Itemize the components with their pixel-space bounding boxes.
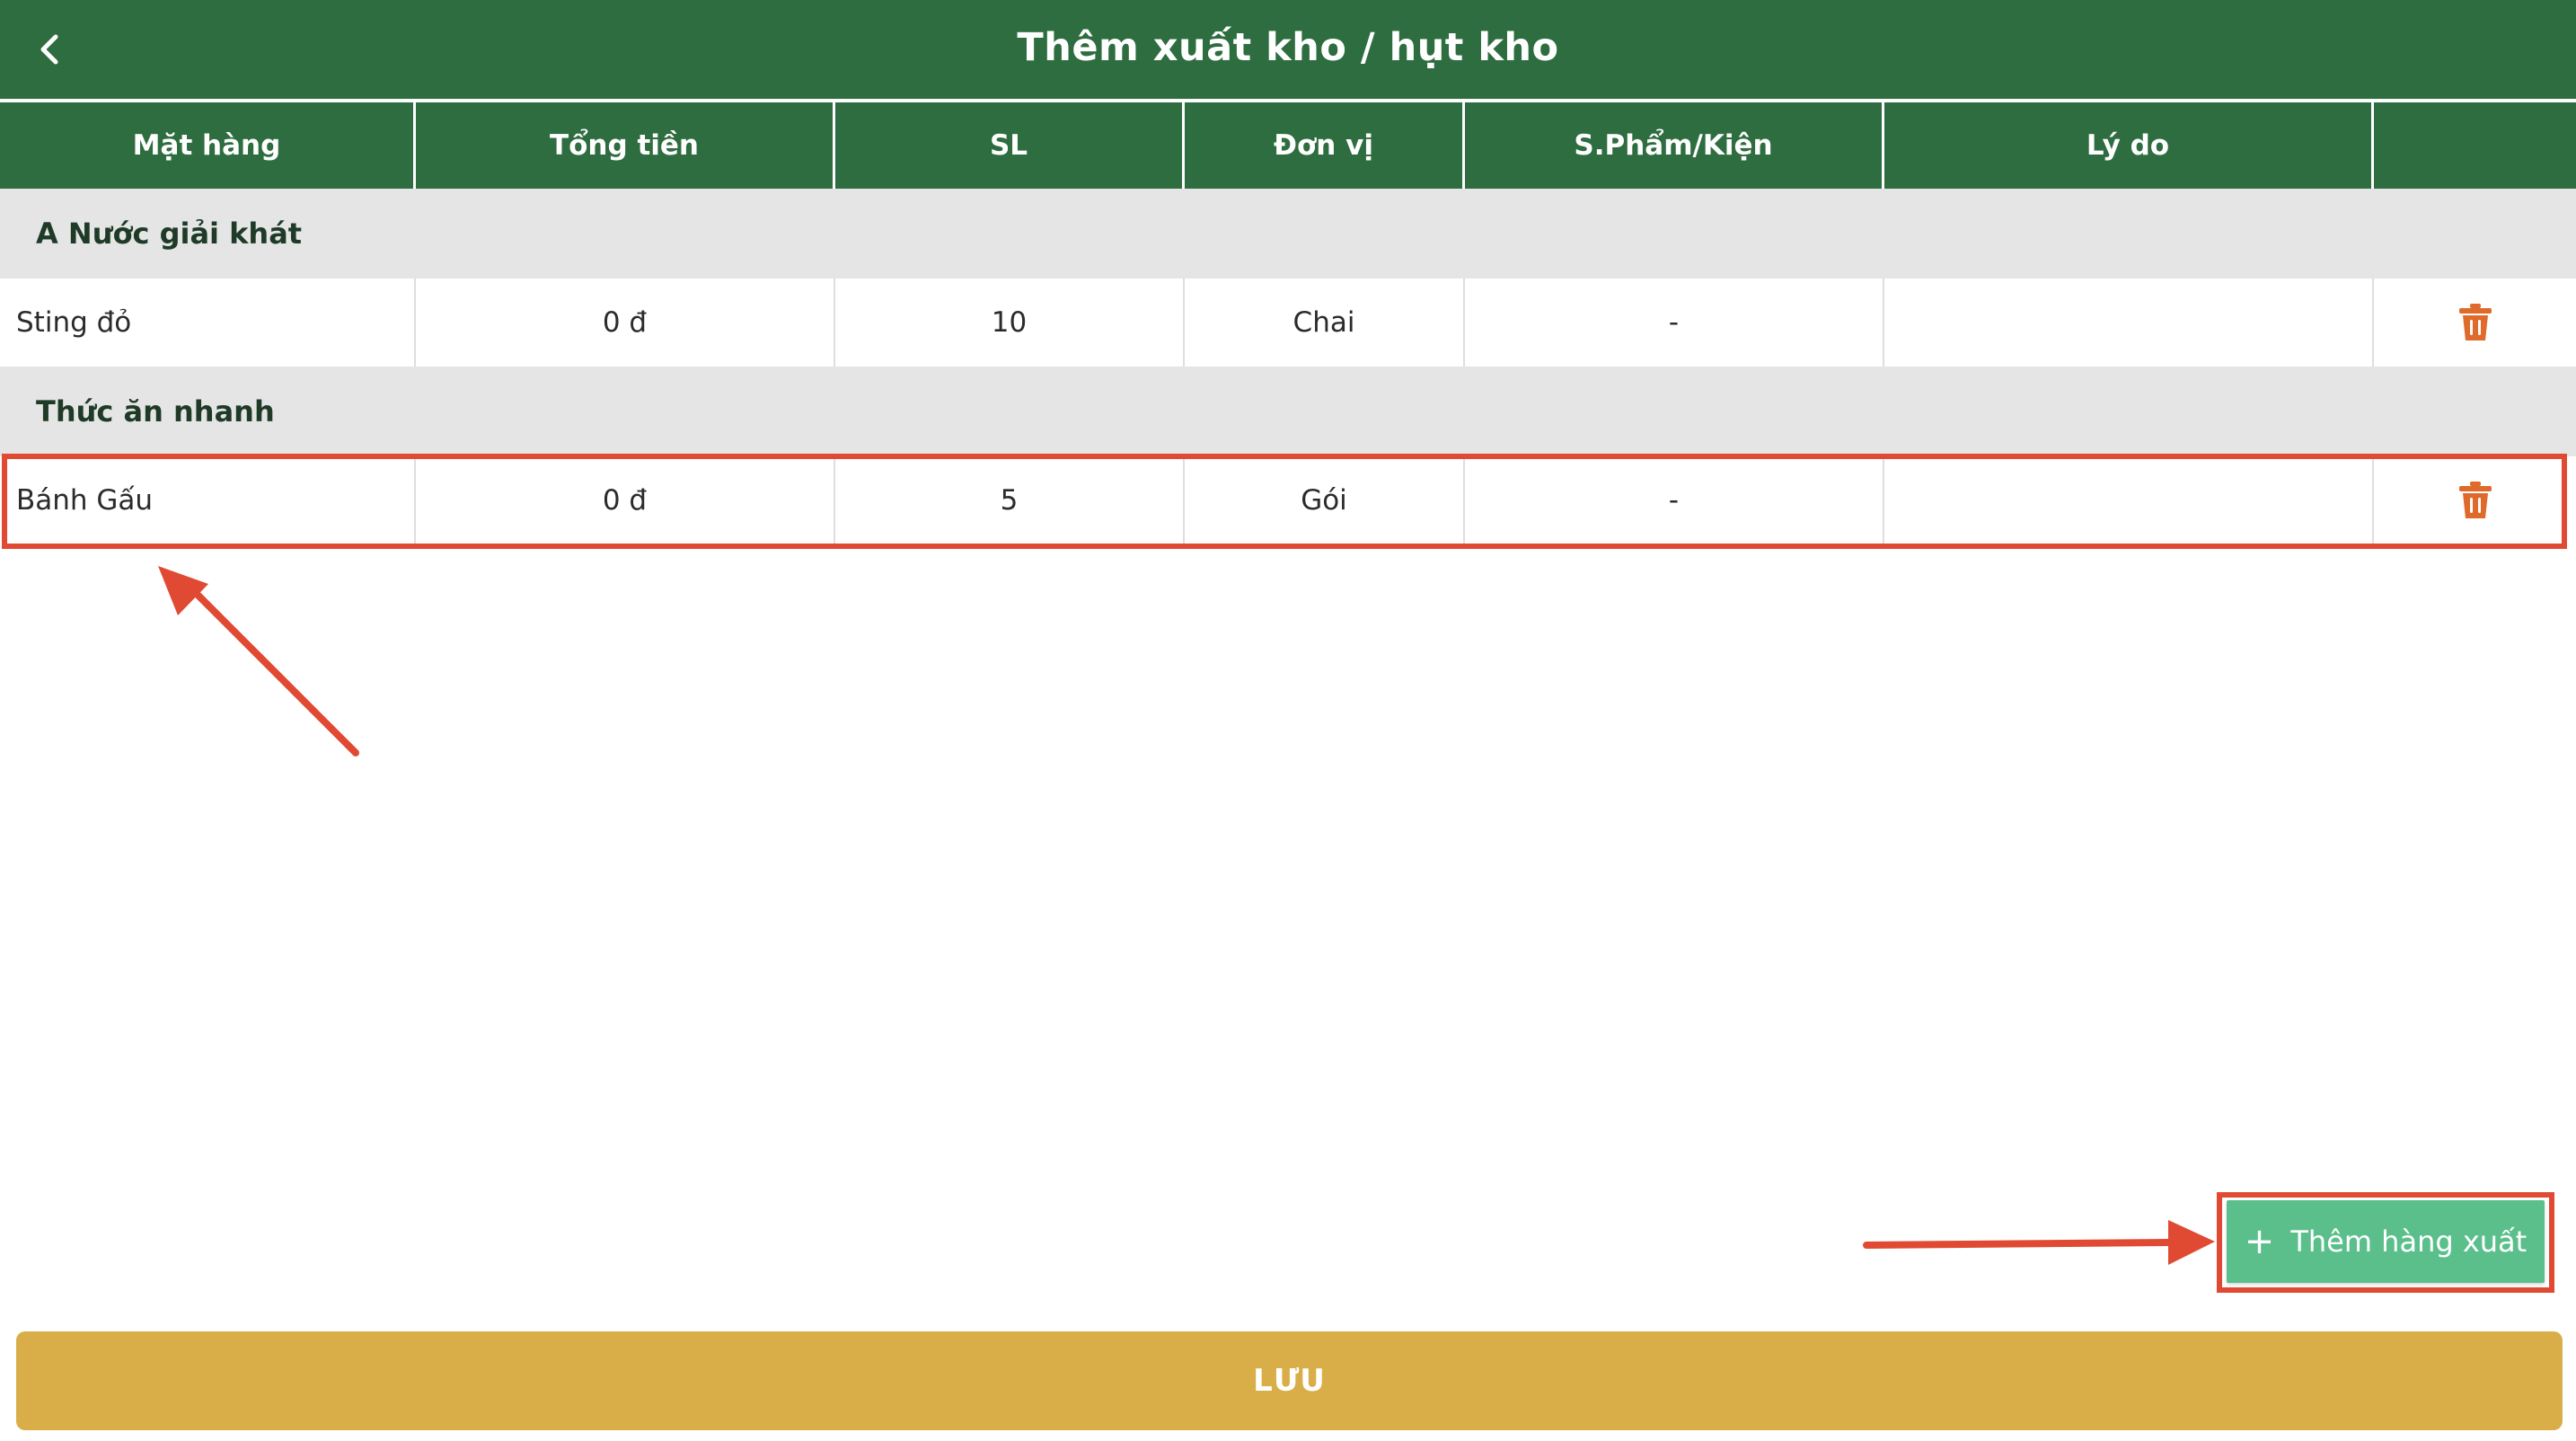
annotation-arrowhead-row	[158, 566, 208, 615]
page-title: Thêm xuất kho / hụt kho	[1017, 25, 1559, 70]
group-header: Thức ăn nhanh	[0, 367, 2576, 456]
total-cell: 0 đ	[416, 278, 835, 367]
add-export-item-label: Thêm hàng xuất	[2290, 1224, 2527, 1259]
table-row[interactable]: Bánh Gấu 0 đ 5 Gói -	[0, 456, 2576, 544]
table-header: Mặt hàng Tổng tiền SL Đơn vị S.Phẩm/Kiện…	[0, 102, 2576, 189]
column-header-unit: Đơn vị	[1185, 102, 1465, 189]
per-pack-cell: -	[1465, 278, 1884, 367]
per-pack-cell: -	[1465, 456, 1884, 544]
plus-icon: +	[2244, 1221, 2275, 1262]
reason-cell[interactable]	[1884, 456, 2374, 544]
top-bar: Thêm xuất kho / hụt kho	[0, 0, 2576, 99]
delete-button[interactable]	[2374, 278, 2576, 367]
quantity-cell[interactable]: 10	[835, 278, 1185, 367]
add-export-item-button[interactable]: + Thêm hàng xuất	[2227, 1200, 2545, 1283]
column-header-reason: Lý do	[1884, 102, 2374, 189]
column-header-item: Mặt hàng	[0, 102, 416, 189]
column-header-total: Tổng tiền	[416, 102, 835, 189]
column-header-actions	[2374, 102, 2576, 189]
quantity-cell[interactable]: 5	[835, 456, 1185, 544]
total-cell: 0 đ	[416, 456, 835, 544]
app-screen: Thêm xuất kho / hụt kho Mặt hàng Tổng ti…	[0, 0, 2576, 1441]
save-button[interactable]: LƯU	[16, 1331, 2563, 1430]
group-header: A Nước giải khát	[0, 189, 2576, 278]
trash-icon	[2458, 482, 2492, 518]
trash-icon	[2458, 304, 2492, 340]
table-row[interactable]: Sting đỏ 0 đ 10 Chai -	[0, 278, 2576, 367]
annotation-arrow-button	[1863, 1239, 2175, 1249]
annotation-arrow-row	[183, 580, 359, 756]
column-header-quantity: SL	[835, 102, 1185, 189]
item-name: Sting đỏ	[0, 278, 416, 367]
item-name: Bánh Gấu	[0, 456, 416, 544]
reason-cell[interactable]	[1884, 278, 2374, 367]
unit-cell[interactable]: Chai	[1185, 278, 1465, 367]
table-body: A Nước giải khát Sting đỏ 0 đ 10 Chai - …	[0, 189, 2576, 544]
delete-button[interactable]	[2374, 456, 2576, 544]
unit-cell[interactable]: Gói	[1185, 456, 1465, 544]
annotation-arrowhead-button	[2168, 1220, 2215, 1265]
column-header-per-pack: S.Phẩm/Kiện	[1465, 102, 1884, 189]
